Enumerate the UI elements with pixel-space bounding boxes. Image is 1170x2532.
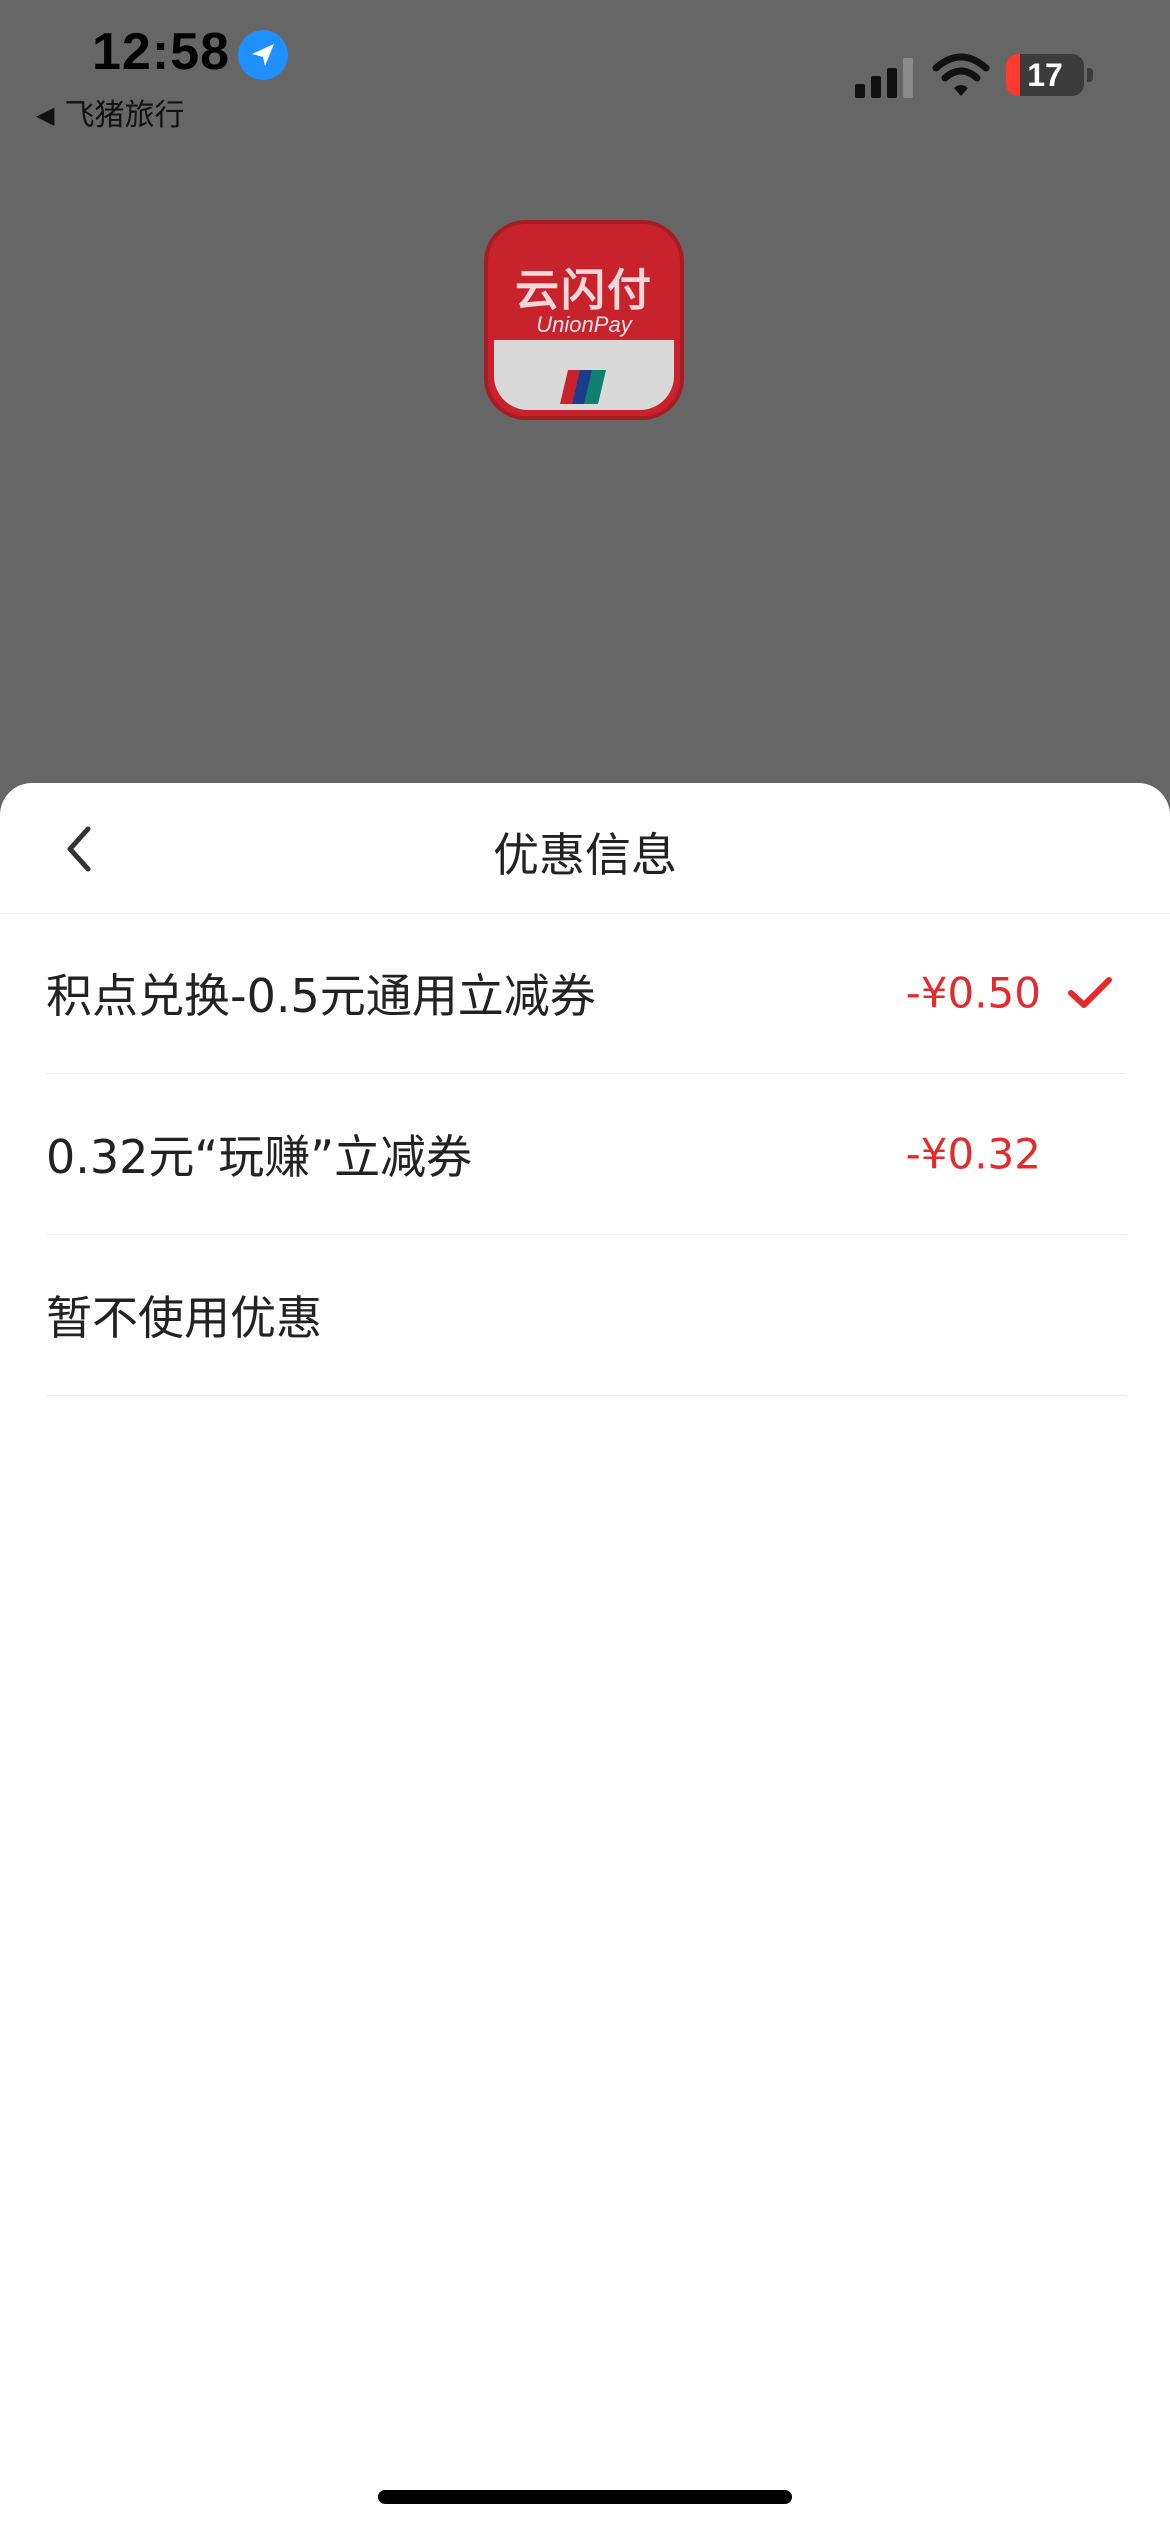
- home-indicator[interactable]: [378, 2490, 792, 2504]
- check-icon: [1068, 976, 1112, 1010]
- back-to-app-link[interactable]: ◀ 飞猪旅行: [36, 90, 184, 134]
- back-arrow-icon: ◀: [36, 101, 55, 129]
- logo-subtitle: UnionPay: [536, 312, 632, 337]
- unionpay-card-icon: [560, 370, 612, 404]
- status-time: 12:58: [92, 23, 230, 81]
- sheet-header: 优惠信息: [0, 783, 1170, 914]
- discount-bottom-sheet: 优惠信息 积点兑换-0.5元通用立减券 -¥0.50 0.32元“玩赚”立减券 …: [0, 783, 1170, 2532]
- option-label: 积点兑换-0.5元通用立减券: [46, 969, 596, 1023]
- battery-level: 17: [1027, 56, 1063, 93]
- discount-option[interactable]: 积点兑换-0.5元通用立减券 -¥0.50: [46, 913, 1126, 1074]
- option-label: 0.32元“玩赚”立减券: [46, 1130, 473, 1184]
- status-bar: 12:58 ◀ 飞猪旅行 17: [0, 0, 1170, 140]
- signal-icon: [855, 58, 917, 98]
- option-amount: -¥0.32: [905, 1129, 1041, 1179]
- no-discount-option[interactable]: 暂不使用优惠: [46, 1235, 1126, 1396]
- back-app-label: 飞猪旅行: [64, 98, 185, 133]
- battery-icon: 17: [1006, 54, 1094, 100]
- sheet-title: 优惠信息: [493, 828, 677, 882]
- battery-cap: [1087, 68, 1093, 82]
- option-label: 暂不使用优惠: [46, 1291, 322, 1345]
- location-icon: [238, 30, 288, 80]
- logo-title: 云闪付: [515, 265, 653, 316]
- discount-option[interactable]: 0.32元“玩赚”立减券 -¥0.32: [46, 1074, 1126, 1235]
- option-amount: -¥0.50: [905, 968, 1041, 1018]
- battery-body: 17: [1006, 54, 1084, 96]
- wifi-icon: [932, 52, 990, 98]
- unionpay-app-logo: 云闪付 UnionPay: [484, 220, 684, 420]
